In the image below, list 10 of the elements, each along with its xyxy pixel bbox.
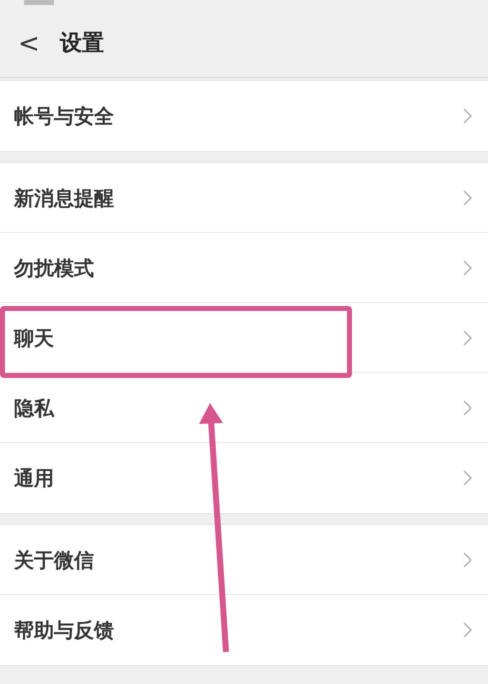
back-button[interactable]: <: [12, 30, 46, 56]
chevron-icon: [463, 260, 472, 276]
chevron-icon: [463, 330, 472, 346]
chevron-icon: [463, 108, 472, 124]
page-title: 设置: [60, 30, 104, 58]
chevron-icon: [463, 552, 472, 568]
chevron-icon: [463, 400, 472, 416]
chevron-icon: [463, 622, 472, 638]
chevron-icon: [463, 190, 472, 206]
chevron-icon: [463, 470, 472, 486]
